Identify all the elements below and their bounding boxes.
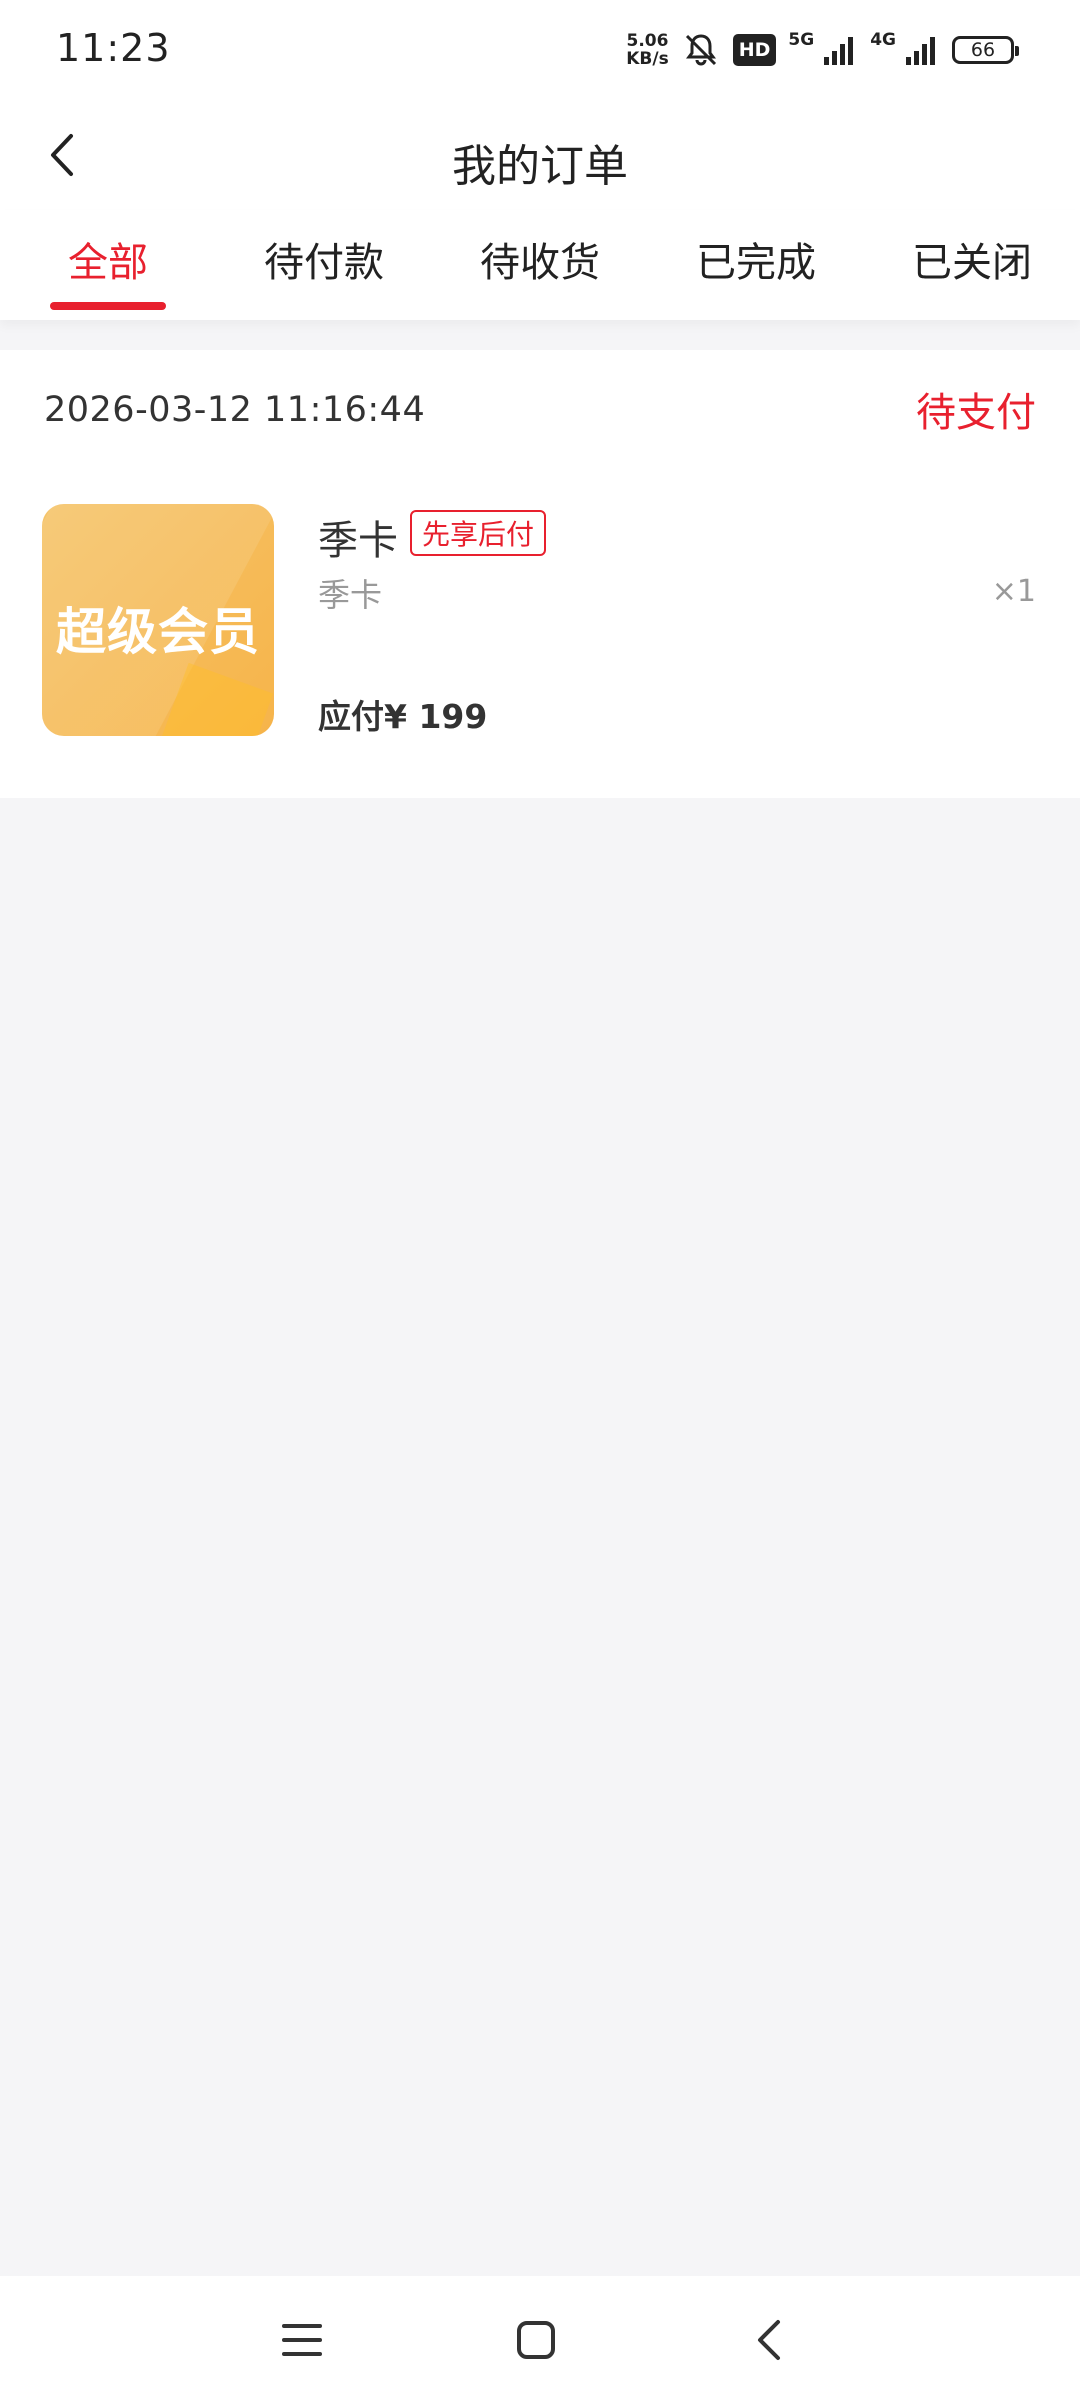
tab-pending-payment[interactable]: 待付款 xyxy=(254,230,394,310)
signal-icon xyxy=(904,33,940,67)
status-time: 11:23 xyxy=(56,26,171,70)
header: 我的订单 xyxy=(0,100,1080,210)
back-icon xyxy=(758,2320,780,2360)
signal-icon xyxy=(822,33,858,67)
bell-muted-icon xyxy=(681,30,721,70)
battery-level: 66 xyxy=(970,39,996,61)
order-status: 待支付 xyxy=(916,390,1036,436)
product-quantity: ×1 xyxy=(991,574,1036,609)
tab-pending-receipt[interactable]: 待收货 xyxy=(470,230,610,310)
order-tabs: 全部 待付款 待收货 已完成 已关闭 xyxy=(0,210,1080,320)
tab-label: 已关闭 xyxy=(912,240,1032,286)
tab-label: 待收货 xyxy=(480,240,600,286)
tab-closed[interactable]: 已关闭 xyxy=(902,230,1042,310)
home-square-icon xyxy=(517,2321,555,2359)
order-date: 2026-03-12 11:16:44 xyxy=(44,390,426,430)
product-spec: 季卡 xyxy=(318,576,383,614)
order-card[interactable]: 2026-03-12 11:16:44 待支付 超级会员 季卡 先享后付 季卡 … xyxy=(0,350,1080,798)
sim1-label: 5G xyxy=(788,30,815,50)
sim2-label: 4G xyxy=(870,30,896,50)
system-nav-bar xyxy=(0,2276,1080,2400)
hd-badge: HD xyxy=(732,34,777,66)
menu-icon xyxy=(282,2324,322,2356)
pay-later-tag: 先享后付 xyxy=(410,510,547,556)
tab-label: 全部 xyxy=(68,240,148,286)
amount-due: 应付¥ 199 xyxy=(318,697,488,736)
tab-all[interactable]: 全部 xyxy=(44,230,172,310)
status-icons: 5.06 KB/s HD 5G 4G 66 xyxy=(626,28,1019,72)
pay-later-tag-label: 先享后付 xyxy=(422,518,535,551)
tab-active-indicator xyxy=(50,302,166,310)
hd-label: HD xyxy=(738,39,771,61)
product-image[interactable]: 超级会员 xyxy=(42,504,274,736)
page-title: 我的订单 xyxy=(452,141,628,192)
tab-completed[interactable]: 已完成 xyxy=(686,230,826,310)
tab-label: 待付款 xyxy=(264,240,384,286)
nav-menu-button[interactable] xyxy=(262,2300,342,2380)
battery-icon: 66 xyxy=(952,36,1019,64)
network-speed: 5.06 KB/s xyxy=(626,32,668,68)
product-image-text: 超级会员 xyxy=(56,603,260,661)
network-speed-value: 5.06 xyxy=(626,31,669,51)
network-speed-unit: KB/s xyxy=(626,49,669,69)
tab-label: 已完成 xyxy=(696,240,816,286)
nav-home-button[interactable] xyxy=(496,2300,576,2380)
status-bar: 11:23 5.06 KB/s HD 5G 4G 66 xyxy=(0,0,1080,100)
nav-back-button[interactable] xyxy=(730,2300,810,2380)
product-name: 季卡 xyxy=(318,518,398,564)
